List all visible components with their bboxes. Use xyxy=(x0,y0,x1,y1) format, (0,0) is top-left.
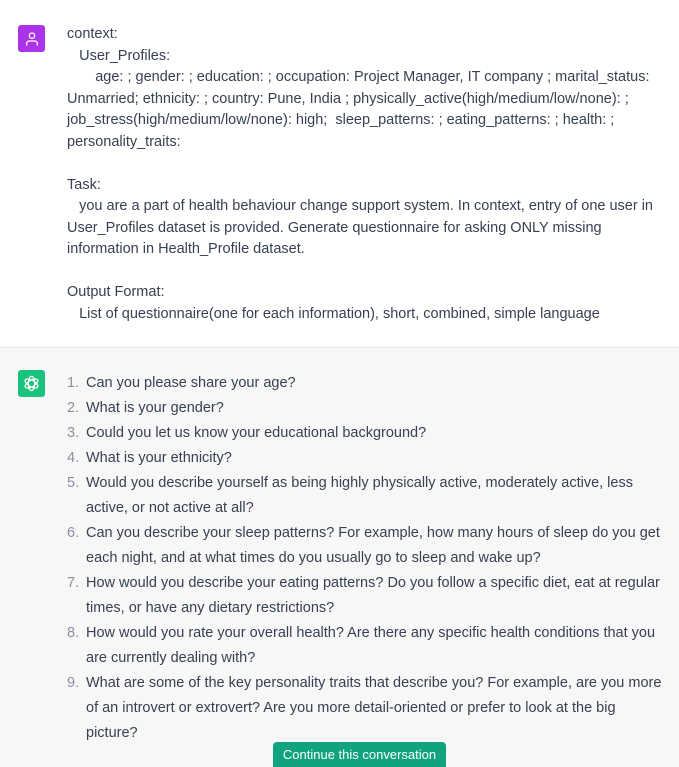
user-icon xyxy=(25,31,38,46)
list-item: 4. What is your ethnicity? xyxy=(67,446,667,471)
openai-logo-icon xyxy=(24,375,39,392)
assistant-avatar xyxy=(18,370,45,397)
question-text: Can you describe your sleep patterns? Fo… xyxy=(86,525,660,566)
list-number: 5. xyxy=(67,475,80,491)
list-number: 7. xyxy=(67,575,80,591)
continue-conversation-button[interactable]: Continue this conversation xyxy=(273,742,446,767)
list-number: 6. xyxy=(67,525,80,541)
list-number: 1. xyxy=(67,375,80,391)
list-number: 3. xyxy=(67,425,80,441)
question-text: What is your gender? xyxy=(86,400,224,416)
question-text: What is your ethnicity? xyxy=(86,450,232,466)
list-item: 7. How would you describe your eating pat… xyxy=(67,571,667,621)
assistant-message: 1. Can you please share your age? 2. What … xyxy=(0,348,679,767)
list-item: 5. Would you describe yourself as being h… xyxy=(67,471,667,521)
list-item: 6. Can you describe your sleep patterns? … xyxy=(67,521,667,571)
list-number: 9. xyxy=(67,675,80,691)
user-message-text: context: User_Profiles: age: ; gender: ;… xyxy=(67,26,653,322)
user-message: context: User_Profiles: age: ; gender: ;… xyxy=(0,0,679,348)
question-list: 1. Can you please share your age? 2. What … xyxy=(67,371,667,746)
user-avatar xyxy=(18,25,45,52)
question-text: How would you rate your overall health? … xyxy=(86,625,656,666)
list-item: 3. Could you let us know your educational… xyxy=(67,421,667,446)
question-text: How would you describe your eating patte… xyxy=(86,575,660,616)
list-item: 1. Can you please share your age? xyxy=(67,371,667,396)
list-number: 2. xyxy=(67,400,80,416)
list-number: 8. xyxy=(67,625,80,641)
list-item: 2. What is your gender? xyxy=(67,396,667,421)
list-item: 9. What are some of the key personality t… xyxy=(67,671,667,746)
list-number: 4. xyxy=(67,450,80,466)
chat-page: context: User_Profiles: age: ; gender: ;… xyxy=(0,0,679,767)
list-item: 8. How would you rate your overall health… xyxy=(67,621,667,671)
question-text: What are some of the key personality tra… xyxy=(86,675,662,741)
question-text: Could you let us know your educational b… xyxy=(86,425,427,441)
question-text: Would you describe yourself as being hig… xyxy=(86,475,633,516)
question-text: Can you please share your age? xyxy=(86,375,296,391)
